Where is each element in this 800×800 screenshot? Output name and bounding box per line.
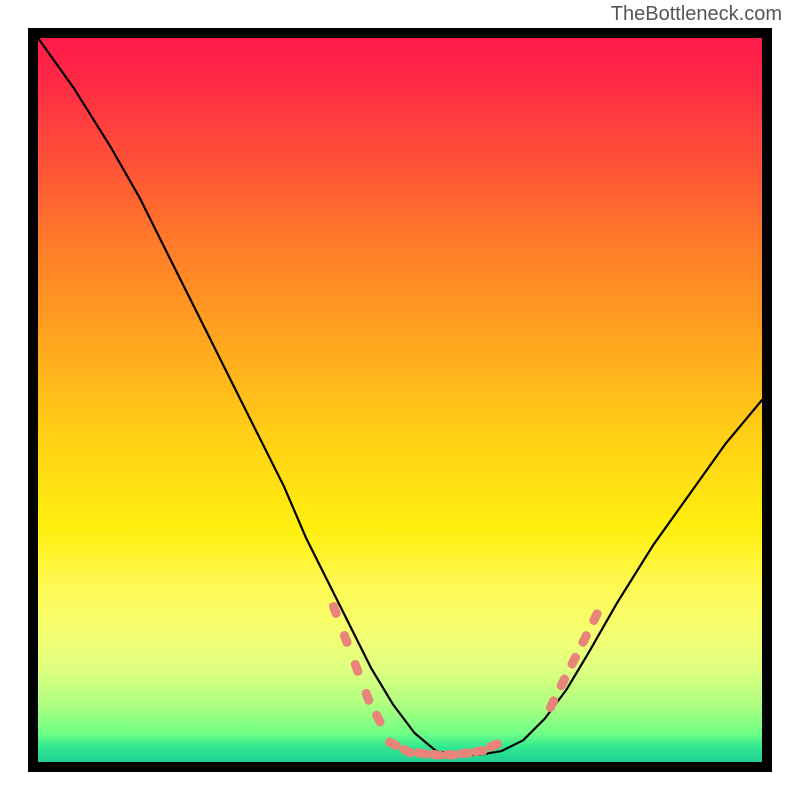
scatter-mark bbox=[588, 608, 603, 626]
scatter-mark bbox=[339, 630, 353, 648]
plot-area bbox=[38, 38, 762, 762]
curve-layer bbox=[38, 38, 762, 762]
scatter-mark bbox=[350, 659, 364, 677]
watermark-text: TheBottleneck.com bbox=[611, 3, 782, 26]
scatter-mark bbox=[360, 688, 374, 706]
scatter-mark bbox=[371, 709, 386, 727]
scatter-mark bbox=[398, 744, 416, 759]
scatter-mark bbox=[457, 748, 474, 759]
scatter-mark bbox=[443, 750, 459, 759]
scatter-mark bbox=[471, 746, 488, 757]
chart-container: TheBottleneck.com bbox=[0, 0, 800, 800]
curve-line bbox=[38, 38, 762, 755]
scatter-mark bbox=[413, 748, 430, 759]
scatter-mark bbox=[384, 736, 402, 751]
plot-frame bbox=[28, 28, 772, 772]
scatter-mark bbox=[544, 695, 559, 713]
scatter-mark bbox=[577, 630, 592, 648]
